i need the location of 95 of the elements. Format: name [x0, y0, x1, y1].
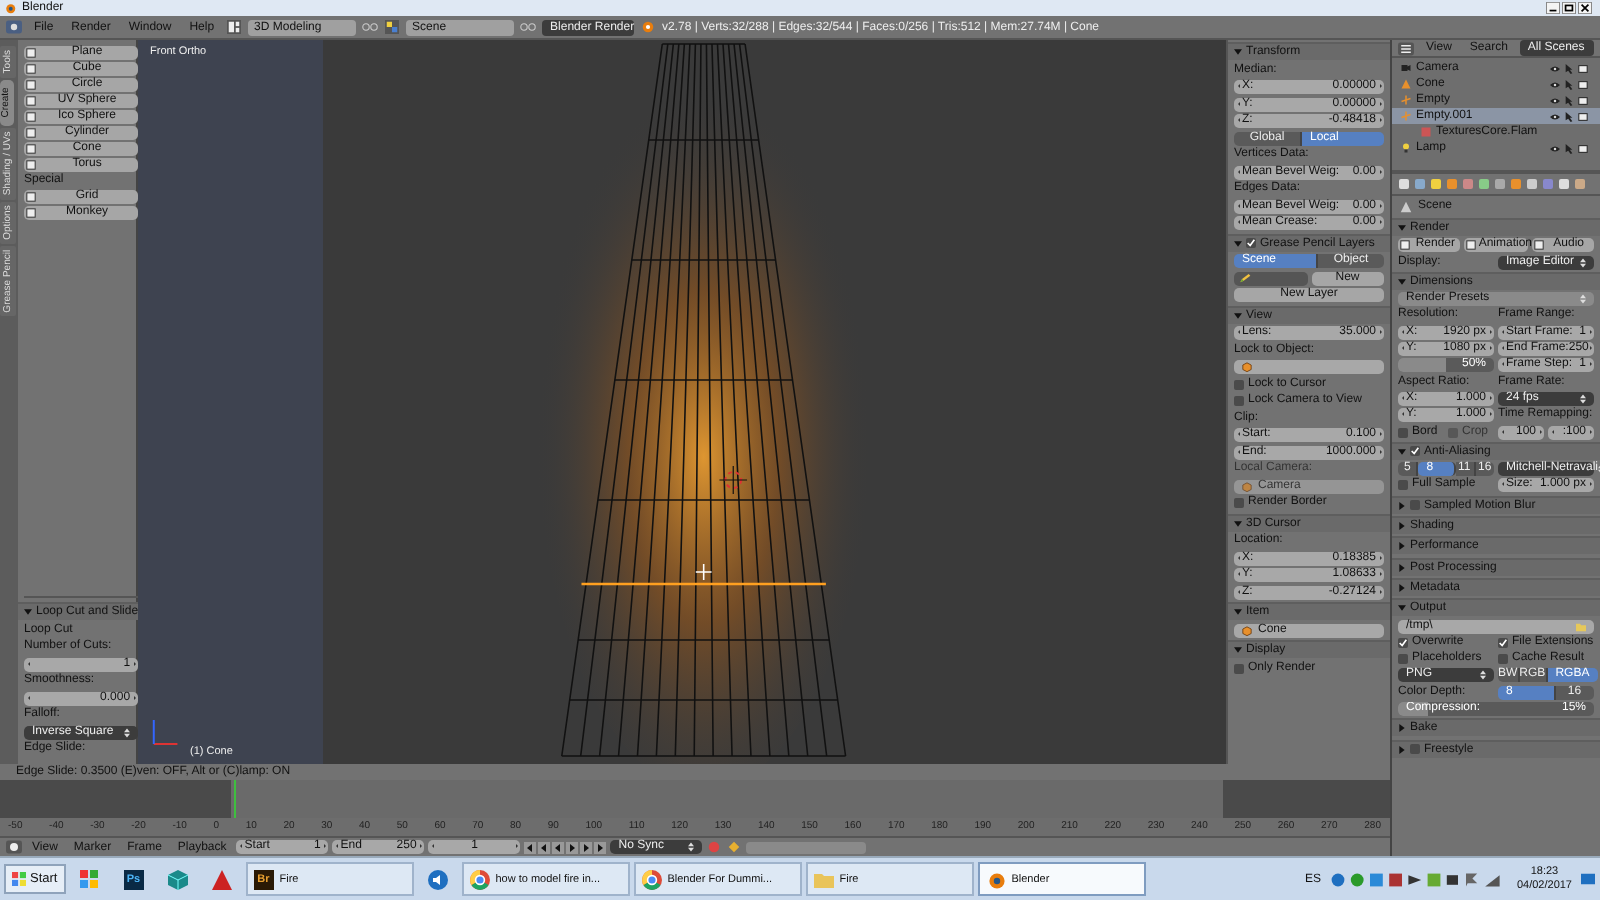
pencil-icon	[1238, 273, 1256, 283]
texture-icon	[1420, 126, 1432, 138]
minimize-icon[interactable]	[1546, 2, 1560, 14]
scene-icon[interactable]	[384, 20, 401, 34]
expand-arrow-icon[interactable]	[1398, 501, 1406, 510]
updown-icon	[688, 842, 695, 852]
checkbox[interactable]	[1398, 654, 1408, 665]
browser-icon	[641, 869, 662, 889]
checkbox[interactable]	[1234, 498, 1244, 508]
clock-icon[interactable]	[6, 840, 22, 854]
mesh-icon	[1466, 240, 1477, 251]
expand-arrow-icon[interactable]	[1398, 583, 1406, 592]
expand-arrow-icon[interactable]	[1398, 724, 1406, 733]
windows-logo-icon	[12, 872, 26, 886]
axes-icon	[1400, 110, 1412, 122]
tiles-icon	[79, 869, 100, 889]
screen-layout-icon[interactable]	[226, 20, 243, 34]
playback-button-icon[interactable]	[524, 841, 537, 853]
current-frame-line[interactable]	[233, 780, 237, 818]
mesh-icon	[1533, 240, 1544, 251]
cursor-icon[interactable]	[1564, 143, 1574, 153]
updown-icon	[124, 727, 131, 737]
blender-logo-icon	[640, 20, 657, 34]
3d-cursor-icon[interactable]	[718, 465, 748, 495]
playback-button-icon[interactable]	[594, 841, 607, 853]
editor-type-icon[interactable]	[1398, 41, 1414, 55]
checkbox[interactable]	[1410, 446, 1420, 457]
collapse-arrow-icon[interactable]	[1234, 48, 1242, 56]
expand-arrow-icon[interactable]	[1398, 563, 1406, 572]
maximize-icon[interactable]	[1562, 2, 1576, 14]
cube-icon	[167, 869, 188, 889]
keying-set-field[interactable]	[746, 841, 867, 853]
pencil-menu[interactable]	[1234, 271, 1307, 285]
notification-icon[interactable]	[1580, 872, 1596, 886]
eye-icon[interactable]	[1550, 63, 1560, 73]
playback-button-icon[interactable]	[538, 841, 551, 853]
folder-icon	[1576, 621, 1586, 632]
collapse-arrow-icon[interactable]	[1234, 646, 1242, 654]
cube-icon	[1242, 625, 1252, 635]
eye-icon[interactable]	[1550, 79, 1560, 89]
browser-icon	[469, 869, 490, 889]
expand-arrow-icon[interactable]	[1398, 522, 1406, 531]
render-icon[interactable]	[1578, 143, 1588, 153]
collapse-arrow-icon[interactable]	[1234, 239, 1242, 247]
checkbox[interactable]	[1234, 379, 1244, 389]
blender-logo-icon	[4, 2, 16, 14]
updown-icon	[1480, 670, 1486, 681]
checkbox[interactable]	[1498, 637, 1508, 648]
add-remove-icon[interactable]	[520, 20, 537, 34]
collapse-arrow-icon[interactable]	[1398, 224, 1406, 232]
lamp-icon	[1400, 142, 1412, 154]
axis-gizmo-icon	[152, 719, 179, 745]
pdf-icon	[211, 869, 232, 889]
collapse-arrow-icon[interactable]	[1398, 604, 1406, 613]
updown-icon	[1580, 257, 1586, 268]
checkbox[interactable]	[1234, 663, 1244, 673]
object-field[interactable]	[1234, 360, 1384, 374]
checkbox[interactable]	[1246, 238, 1256, 248]
collapse-arrow-icon[interactable]	[1234, 311, 1242, 319]
blender-logo-icon	[985, 869, 1006, 889]
updown-icon	[1580, 393, 1586, 404]
playback-button-icon[interactable]	[566, 841, 579, 853]
editor-type-icon[interactable]	[6, 20, 22, 34]
collapse-arrow-icon[interactable]	[1398, 277, 1406, 286]
speaker-icon	[427, 869, 448, 889]
eye-icon[interactable]	[1550, 143, 1560, 153]
playback-button-icon[interactable]	[580, 841, 593, 853]
checkbox[interactable]	[1398, 480, 1408, 491]
playback-button-icon[interactable]	[552, 841, 565, 853]
checkbox[interactable]	[1410, 744, 1420, 755]
axes-icon	[1400, 94, 1412, 106]
collapse-arrow-icon[interactable]	[24, 608, 32, 616]
folder-icon	[813, 869, 834, 889]
checkbox[interactable]	[1498, 654, 1508, 665]
checkbox[interactable]	[1234, 396, 1244, 406]
checkbox[interactable]	[1398, 637, 1408, 648]
eye-icon[interactable]	[1550, 95, 1560, 105]
cube-icon	[1242, 481, 1252, 491]
cone-icon	[1400, 78, 1412, 90]
updown-icon	[1580, 294, 1586, 305]
expand-arrow-icon[interactable]	[1398, 745, 1406, 754]
mesh-icon	[1400, 240, 1410, 251]
collapse-arrow-icon[interactable]	[1398, 447, 1406, 456]
checkbox[interactable]	[1398, 427, 1408, 438]
checkbox[interactable]	[1410, 500, 1420, 511]
eye-icon[interactable]	[1550, 111, 1560, 121]
collapse-arrow-icon[interactable]	[1234, 519, 1242, 527]
add-remove-icon[interactable]	[362, 20, 379, 34]
close-icon[interactable]	[1578, 2, 1592, 14]
camera-icon	[1400, 62, 1412, 74]
collapse-arrow-icon[interactable]	[1234, 608, 1242, 616]
cone-mesh-drawing[interactable]	[560, 43, 847, 757]
cube-icon	[1242, 362, 1252, 372]
expand-arrow-icon[interactable]	[1398, 542, 1406, 551]
pivot-cross-icon	[695, 563, 713, 581]
